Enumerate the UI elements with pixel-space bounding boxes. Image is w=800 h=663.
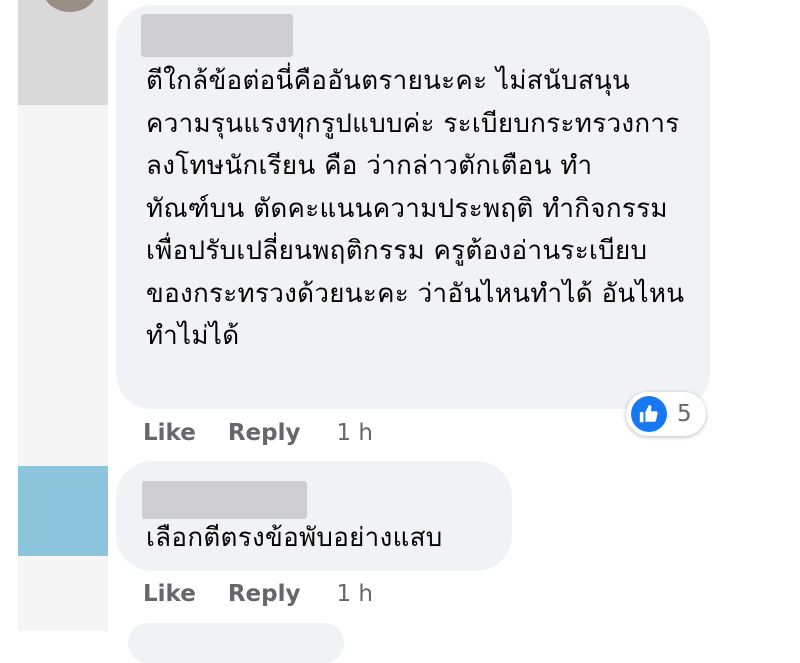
avatar-column-spacer	[18, 105, 108, 466]
reply-button[interactable]: Reply	[228, 581, 301, 607]
reaction-badge[interactable]: 5	[626, 392, 706, 436]
like-icon	[631, 396, 667, 432]
comment-bubble	[128, 623, 344, 663]
timestamp[interactable]: 1 h	[336, 420, 373, 446]
avatar[interactable]	[18, 0, 108, 105]
comment-actions: Like Reply 1 h	[143, 577, 373, 611]
like-button[interactable]: Like	[143, 581, 196, 607]
avatar[interactable]	[18, 466, 108, 556]
comment-bubble: ตีใกล้ข้อต่อนี่คืออันตรายนะคะ ไม่สนับสนุ…	[116, 5, 710, 409]
comment-text: เลือกตีตรงข้อพับอย่างแสบ	[146, 523, 443, 553]
reply-button[interactable]: Reply	[228, 420, 301, 446]
reaction-count: 5	[677, 401, 692, 427]
comment-text: ตีใกล้ข้อต่อนี่คืออันตรายนะคะ ไม่สนับสนุ…	[146, 66, 685, 351]
author-name[interactable]	[142, 481, 307, 519]
like-button[interactable]: Like	[143, 420, 196, 446]
timestamp[interactable]: 1 h	[336, 581, 373, 607]
author-name[interactable]	[141, 14, 293, 57]
avatar-photo	[44, 0, 96, 12]
comment-bubble: เลือกตีตรงข้อพับอย่างแสบ	[116, 461, 512, 571]
avatar-column-spacer	[18, 556, 108, 631]
comment-actions: Like Reply 1 h	[143, 416, 373, 450]
